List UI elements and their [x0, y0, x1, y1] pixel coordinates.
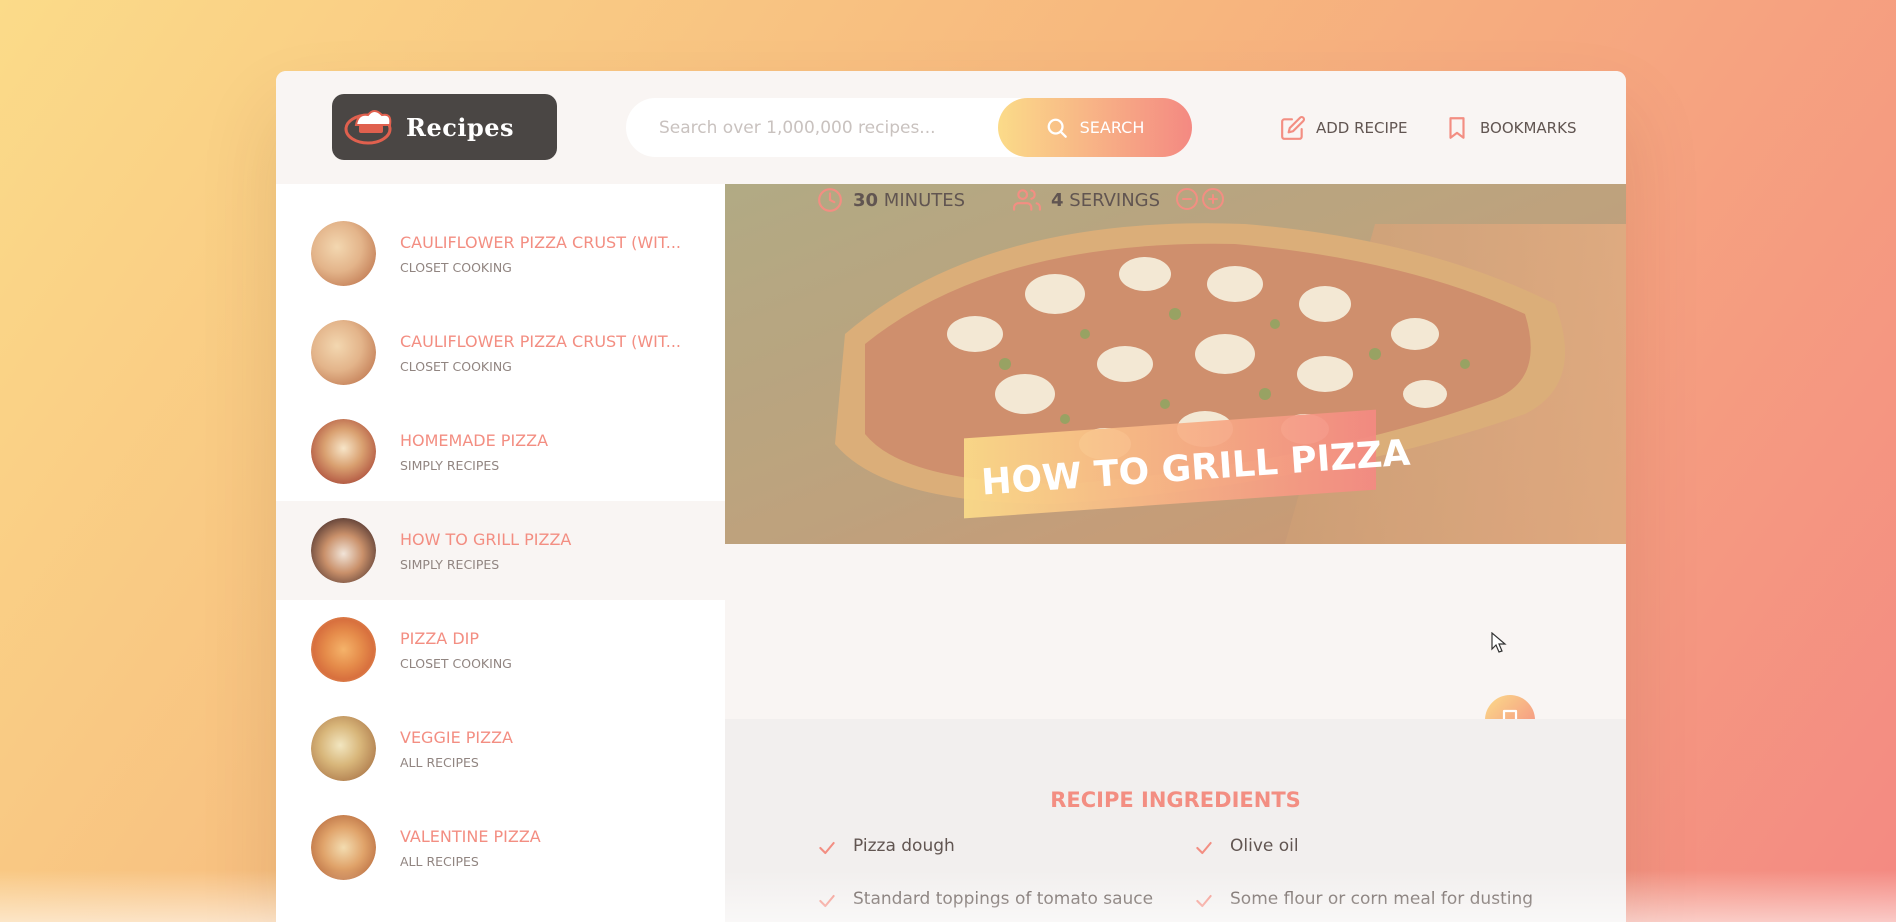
edit-icon — [1281, 116, 1305, 140]
result-item-active[interactable]: HOW TO GRILL PIZZA SIMPLY RECIPES — [276, 501, 725, 600]
recipe-thumbnail — [311, 320, 376, 385]
recipe-thumbnail — [311, 716, 376, 781]
minutes-value: 30 — [853, 189, 879, 211]
ingredient-item: Pizza dough — [817, 836, 955, 858]
ingredient-item: Olive oil — [1194, 836, 1299, 858]
servings-value: 4 — [1051, 189, 1064, 211]
recipe-thumbnail — [311, 815, 376, 880]
plus-icon — [1208, 194, 1218, 204]
result-publisher: ALL RECIPES — [400, 853, 479, 869]
search-button-label: SEARCH — [1079, 118, 1145, 137]
decrease-servings-button[interactable] — [1176, 188, 1198, 210]
result-publisher: CLOSET COOKING — [400, 358, 512, 374]
servings-controls — [1176, 188, 1224, 210]
ingredient-text: Standard toppings of tomato sauce — [853, 889, 1154, 909]
result-title: CAULIFLOWER PIZZA CRUST (WIT... — [400, 331, 681, 351]
result-publisher: ALL RECIPES — [400, 754, 479, 770]
ingredient-item: Standard toppings of tomato sauce — [817, 889, 1153, 911]
ingredients-heading: RECIPE INGREDIENTS — [1050, 788, 1301, 812]
app-container: Recipes SEARCH ADD RECIPE BOOKMARKS — [276, 71, 1626, 922]
result-item[interactable]: VEGGIE PIZZA ALL RECIPES — [276, 699, 725, 798]
header: Recipes SEARCH ADD RECIPE BOOKMARKS — [276, 71, 1626, 184]
result-title: PIZZA DIP — [400, 628, 480, 648]
users-icon — [1013, 189, 1041, 211]
result-title: HOW TO GRILL PIZZA — [400, 529, 572, 549]
result-title: VEGGIE PIZZA — [400, 727, 513, 747]
chef-hat-icon — [344, 110, 392, 145]
minus-icon — [1182, 198, 1192, 200]
logo[interactable]: Recipes — [332, 94, 557, 160]
clock-icon — [818, 188, 842, 212]
ingredients-section: RECIPE INGREDIENTS Pizza dough Olive oil… — [725, 719, 1626, 922]
search-icon — [1047, 118, 1067, 138]
result-item[interactable]: PIZZA DIP CLOSET COOKING — [276, 600, 725, 699]
result-publisher: CLOSET COOKING — [400, 259, 512, 275]
minutes-label: MINUTES — [883, 189, 966, 211]
mouse-cursor-icon — [1491, 632, 1507, 653]
recipe-thumbnail — [311, 419, 376, 484]
result-publisher: SIMPLY RECIPES — [400, 556, 500, 572]
result-item[interactable]: CAULIFLOWER PIZZA CRUST (WIT... CLOSET C… — [276, 204, 725, 303]
bookmarks-label: BOOKMARKS — [1480, 119, 1577, 137]
result-item[interactable]: CAULIFLOWER PIZZA CRUST (WIT... CLOSET C… — [276, 303, 725, 402]
add-recipe-label: ADD RECIPE — [1316, 119, 1408, 137]
result-publisher: SIMPLY RECIPES — [400, 457, 500, 473]
ingredient-text: Pizza dough — [853, 836, 955, 856]
search-input[interactable] — [626, 98, 996, 157]
recipe-thumbnail — [311, 518, 376, 583]
result-title: CAULIFLOWER PIZZA CRUST (WIT... — [400, 232, 681, 252]
check-icon — [819, 841, 835, 855]
search-results: CAULIFLOWER PIZZA CRUST (WIT... CLOSET C… — [276, 184, 725, 922]
result-title: HOMEMADE PIZZA — [400, 430, 549, 450]
bookmark-icon — [1449, 117, 1465, 139]
search-button[interactable]: SEARCH — [998, 98, 1192, 157]
cooking-time: 30 MINUTES — [817, 187, 965, 213]
recipe-thumbnail — [311, 617, 376, 682]
recipe-thumbnail — [311, 221, 376, 286]
bookmarks-button[interactable]: BOOKMARKS — [1444, 111, 1576, 145]
result-publisher: CLOSET COOKING — [400, 655, 512, 671]
ingredient-item: Some flour or corn meal for dusting — [1194, 889, 1533, 911]
servings: 4 SERVINGS — [1013, 187, 1160, 213]
result-title: VALENTINE PIZZA — [400, 826, 541, 846]
ingredient-text: Some flour or corn meal for dusting — [1230, 889, 1534, 909]
check-icon — [1196, 894, 1212, 908]
ingredient-text: Olive oil — [1230, 836, 1299, 856]
servings-label: SERVINGS — [1069, 189, 1161, 211]
logo-text: Recipes — [406, 112, 515, 142]
increase-servings-button[interactable] — [1202, 188, 1224, 210]
check-icon — [1196, 841, 1212, 855]
check-icon — [819, 894, 835, 908]
result-item[interactable]: HOMEMADE PIZZA SIMPLY RECIPES — [276, 402, 725, 501]
result-item[interactable]: VALENTINE PIZZA ALL RECIPES — [276, 798, 725, 897]
add-recipe-button[interactable]: ADD RECIPE — [1280, 111, 1407, 145]
